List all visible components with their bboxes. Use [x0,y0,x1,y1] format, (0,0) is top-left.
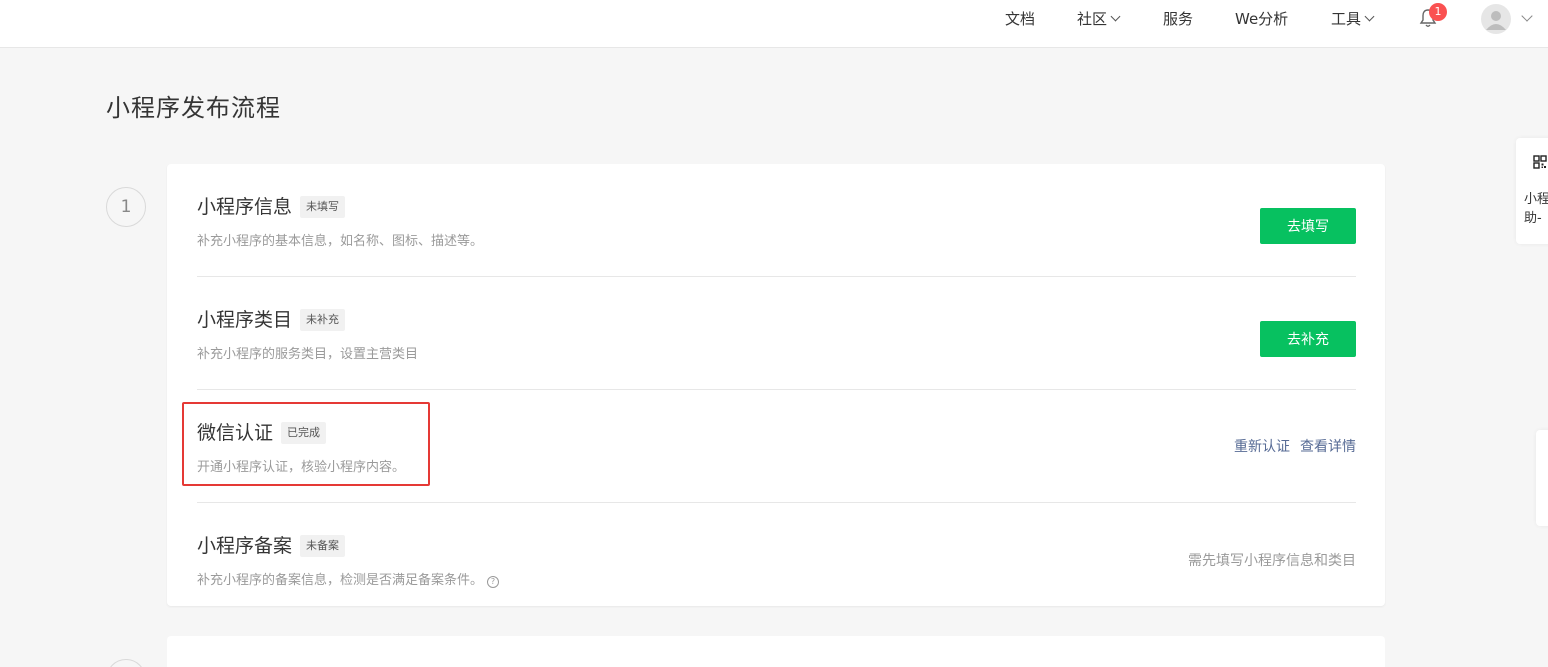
chevron-down-icon [1364,11,1375,22]
reverify-link[interactable]: 重新认证 [1234,439,1290,455]
nav-community-label: 社区 [1077,10,1108,28]
add-category-button[interactable]: 去补充 [1260,321,1356,357]
help-icon[interactable]: ? [487,576,500,588]
status-badge: 已完成 [281,422,327,444]
side-assistant-widget[interactable]: 小程 助- [1516,138,1548,244]
status-badge: 未备案 [300,535,346,557]
side-widget-line-1: 小程 [1524,192,1548,207]
row-title-text: 小程序信息 [197,196,293,218]
row-description-text: 补充小程序的备案信息，检测是否满足备案条件。 [197,573,484,588]
row-description: 补充小程序的基本信息，如名称、图标、描述等。 [197,234,484,249]
side-widget-label: 小程 助- [1524,190,1548,228]
list-item-filing: 小程序备案 未备案 补充小程序的备案信息，检测是否满足备案条件。? 需先填写小程序… [197,503,1356,616]
user-icon [1486,11,1506,30]
top-nav-bar: 文档 社区 服务 We分析 工具 1 [0,0,1548,48]
view-details-link[interactable]: 查看详情 [1300,439,1356,455]
page-title: 小程序发布流程 [106,94,281,122]
step-number: 1 [106,187,146,227]
chevron-down-icon [1110,11,1121,22]
status-badge: 未填写 [300,196,346,218]
fill-info-button[interactable]: 去填写 [1260,208,1356,244]
nav-we-analytics[interactable]: We分析 [1235,0,1288,38]
chevron-down-icon[interactable] [1521,10,1533,22]
nav-tools[interactable]: 工具 [1331,0,1375,38]
row-title: 小程序类目 未补充 [197,305,346,332]
step-number: 2 [106,659,146,667]
list-item-wechat-verification: 微信认证 已完成 开通小程序认证，核验小程序内容。 重新认证 查看详情 [197,390,1356,503]
list-item-category: 小程序类目 未补充 补充小程序的服务类目，设置主营类目 去补充 [197,277,1356,390]
row-title-text: 小程序备案 [197,535,293,557]
filing-prerequisite-note: 需先填写小程序信息和类目 [1188,553,1356,569]
row-title: 小程序备案 未备案 [197,531,346,558]
step-card [167,636,1385,667]
nav-tools-label: 工具 [1331,10,1362,28]
side-feedback-tab[interactable] [1536,430,1548,526]
row-title-text: 小程序类目 [197,309,293,331]
row-title-text: 微信认证 [197,422,274,444]
status-badge: 未补充 [300,309,346,331]
avatar[interactable] [1481,4,1511,34]
list-item-info: 小程序信息 未填写 补充小程序的基本信息，如名称、图标、描述等。 去填写 [197,164,1356,277]
nav-community[interactable]: 社区 [1077,0,1121,38]
step-card: 小程序信息 未填写 补充小程序的基本信息，如名称、图标、描述等。 去填写 小程序类… [167,164,1385,606]
row-description: 补充小程序的备案信息，检测是否满足备案条件。? [197,569,500,588]
notification-badge: 1 [1429,3,1447,21]
row-description: 补充小程序的服务类目，设置主营类目 [197,347,419,362]
qrcode-icon [1533,155,1547,169]
nav-docs[interactable]: 文档 [1005,0,1035,38]
row-description: 开通小程序认证，核验小程序内容。 [197,460,406,475]
side-widget-line-2: 助- [1524,211,1542,226]
row-actions: 重新认证 查看详情 [1234,436,1356,456]
nav-services[interactable]: 服务 [1163,0,1193,38]
row-title: 微信认证 已完成 [197,418,327,445]
row-title: 小程序信息 未填写 [197,192,346,219]
